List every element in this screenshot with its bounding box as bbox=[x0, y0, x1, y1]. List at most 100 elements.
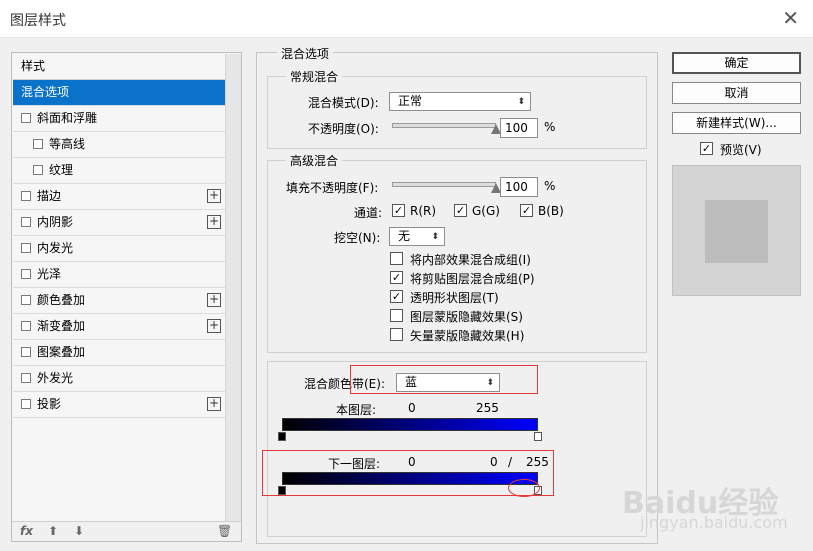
channel-label: B(B) bbox=[538, 204, 564, 218]
advanced-option-checkbox[interactable] bbox=[390, 328, 403, 341]
cancel-button[interactable]: 取消 bbox=[672, 82, 801, 104]
select-arrows-icon: ⬍ bbox=[517, 97, 525, 107]
style-checkbox[interactable] bbox=[21, 217, 31, 227]
channel-label: G(G) bbox=[472, 204, 500, 218]
this-layer-low-value: 0 bbox=[408, 401, 416, 415]
channel-checkbox[interactable]: ✓ bbox=[520, 204, 533, 217]
advanced-blending-title: 高级混合 bbox=[286, 152, 343, 169]
opacity-unit: % bbox=[544, 120, 556, 134]
style-label: 混合选项 bbox=[21, 85, 70, 99]
this-layer-high-value: 255 bbox=[476, 401, 499, 415]
move-down-icon[interactable]: ⬇ bbox=[74, 524, 84, 538]
opacity-slider-track[interactable] bbox=[392, 123, 496, 128]
ok-button[interactable]: 确定 bbox=[672, 52, 801, 74]
blend-if-group: 混合颜色带(E): 蓝 ⬍ 本图层: 0 255 下一图层: 0 0 / 255 bbox=[262, 361, 647, 537]
styles-scrollbar[interactable] bbox=[225, 54, 241, 524]
trash-icon[interactable]: 🗑 bbox=[217, 524, 232, 538]
style-label: 斜面和浮雕 bbox=[37, 111, 98, 125]
style-label: 等高线 bbox=[49, 137, 86, 151]
knockout-select[interactable]: 无 ⬍ bbox=[389, 227, 445, 246]
blending-options-panel: 混合选项 常规混合 混合模式(D): 正常 ⬍ 不透明度(O): 100 % 高… bbox=[256, 45, 658, 544]
advanced-option-checkbox[interactable]: ✓ bbox=[390, 290, 403, 303]
annotation-ellipse-stop bbox=[508, 479, 540, 497]
blend-mode-select[interactable]: 正常 ⬍ bbox=[389, 92, 531, 111]
style-checkbox[interactable] bbox=[21, 399, 31, 409]
style-checkbox[interactable] bbox=[21, 295, 31, 305]
advanced-option-label: 矢量蒙版隐藏效果(H) bbox=[410, 329, 525, 343]
title-bar: 图层样式 ✕ bbox=[0, 0, 813, 38]
styles-list-item[interactable]: 内阴影 + bbox=[13, 210, 225, 236]
watermark-url: jingyan.baidu.com bbox=[640, 513, 788, 532]
this-layer-white-stop[interactable] bbox=[534, 432, 542, 441]
fill-opacity-slider-track[interactable] bbox=[392, 182, 496, 187]
channel-checkbox[interactable]: ✓ bbox=[392, 204, 405, 217]
styles-list-item[interactable]: 内发光 bbox=[13, 236, 225, 262]
fx-icon[interactable]: fx bbox=[20, 524, 33, 538]
advanced-blending-group: 高级混合 填充不透明度(F): 100 % 通道: ✓ R(R) ✓ G(G) ✓ B(B… bbox=[267, 152, 647, 353]
style-label: 样式 bbox=[21, 59, 46, 73]
advanced-option-label: 透明形状图层(T) bbox=[410, 291, 499, 305]
styles-list-item[interactable]: 外发光 bbox=[13, 366, 225, 392]
fill-opacity-label: 填充不透明度(F): bbox=[286, 181, 379, 195]
preview-label: 预览(V) bbox=[720, 143, 762, 157]
opacity-input[interactable]: 100 bbox=[500, 118, 538, 138]
channel-checkbox[interactable]: ✓ bbox=[454, 204, 467, 217]
preview-checkbox[interactable]: ✓ bbox=[700, 142, 713, 155]
styles-list-item[interactable]: 光泽 bbox=[13, 262, 225, 288]
styles-list: 样式混合选项斜面和浮雕等高线纹理描边 + 内阴影 + 内发光光泽颜色叠加 + 渐变叠加 + 图案… bbox=[13, 54, 225, 418]
style-label: 渐变叠加 bbox=[37, 319, 86, 333]
styles-list-item[interactable]: 描边 + bbox=[13, 184, 225, 210]
style-label: 内阴影 bbox=[37, 215, 74, 229]
style-preview bbox=[672, 165, 801, 296]
knockout-label: 挖空(N): bbox=[334, 231, 381, 245]
style-label: 纹理 bbox=[49, 163, 74, 177]
advanced-option-label: 将剪贴图层混合成组(P) bbox=[410, 272, 535, 286]
add-style-icon[interactable]: + bbox=[207, 189, 221, 203]
this-layer-label: 本图层: bbox=[336, 403, 377, 417]
styles-list-item[interactable]: 投影 + bbox=[13, 392, 225, 418]
styles-list-item[interactable]: 斜面和浮雕 bbox=[13, 106, 225, 132]
new-style-button[interactable]: 新建样式(W)... bbox=[672, 112, 801, 134]
this-layer-black-stop[interactable] bbox=[278, 432, 286, 441]
style-label: 投影 bbox=[37, 397, 62, 411]
style-checkbox[interactable] bbox=[21, 113, 31, 123]
advanced-option-checkbox[interactable] bbox=[390, 309, 403, 322]
styles-list-item[interactable]: 图案叠加 bbox=[13, 340, 225, 366]
style-checkbox[interactable] bbox=[33, 139, 43, 149]
styles-list-item[interactable]: 混合选项 bbox=[13, 80, 225, 106]
move-up-icon[interactable]: ⬆ bbox=[48, 524, 58, 538]
advanced-option-checkbox[interactable] bbox=[390, 252, 403, 265]
general-blending-title: 常规混合 bbox=[286, 68, 343, 85]
styles-list-item[interactable]: 颜色叠加 + bbox=[13, 288, 225, 314]
blend-mode-label: 混合模式(D): bbox=[308, 96, 379, 110]
style-label: 描边 bbox=[37, 189, 62, 203]
close-icon[interactable]: ✕ bbox=[782, 8, 799, 28]
advanced-option-label: 图层蒙版隐藏效果(S) bbox=[410, 310, 523, 324]
advanced-option-checkbox[interactable]: ✓ bbox=[390, 271, 403, 284]
dialog-title: 图层样式 bbox=[10, 13, 66, 29]
add-style-icon[interactable]: + bbox=[207, 397, 221, 411]
styles-list-item[interactable]: 纹理 bbox=[13, 158, 225, 184]
styles-list-item[interactable]: 样式 bbox=[13, 54, 225, 80]
style-checkbox[interactable] bbox=[21, 269, 31, 279]
style-checkbox[interactable] bbox=[33, 165, 43, 175]
style-checkbox[interactable] bbox=[21, 347, 31, 357]
style-checkbox[interactable] bbox=[21, 243, 31, 253]
style-label: 光泽 bbox=[37, 267, 62, 281]
dialog-content: 样式混合选项斜面和浮雕等高线纹理描边 + 内阴影 + 内发光光泽颜色叠加 + 渐变叠加 + 图案… bbox=[0, 38, 813, 551]
fill-opacity-unit: % bbox=[544, 179, 556, 193]
style-checkbox[interactable] bbox=[21, 191, 31, 201]
styles-list-item[interactable]: 等高线 bbox=[13, 132, 225, 158]
add-style-icon[interactable]: + bbox=[207, 293, 221, 307]
channel-label: R(R) bbox=[410, 204, 437, 218]
add-style-icon[interactable]: + bbox=[207, 215, 221, 229]
style-checkbox[interactable] bbox=[21, 321, 31, 331]
styles-footer: fx ⬆ ⬇ 🗑 bbox=[12, 521, 241, 541]
styles-list-item[interactable]: 渐变叠加 + bbox=[13, 314, 225, 340]
style-label: 颜色叠加 bbox=[37, 293, 86, 307]
add-style-icon[interactable]: + bbox=[207, 319, 221, 333]
this-layer-gradient-bar bbox=[282, 418, 538, 431]
style-checkbox[interactable] bbox=[21, 373, 31, 383]
general-blending-group: 常规混合 混合模式(D): 正常 ⬍ 不透明度(O): 100 % bbox=[267, 68, 647, 149]
fill-opacity-input[interactable]: 100 bbox=[500, 177, 538, 197]
